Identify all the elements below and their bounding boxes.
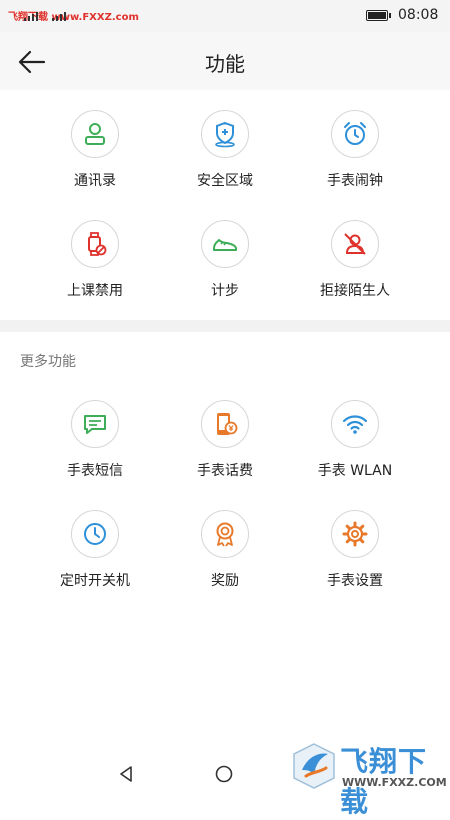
- feature-watch-wlan[interactable]: 手表 WLAN: [290, 400, 420, 480]
- triangle-back-icon: [120, 766, 132, 782]
- feature-contacts[interactable]: 通讯录: [30, 110, 160, 190]
- battery-icon: [366, 10, 391, 21]
- feature-class-disable[interactable]: 上课禁用: [30, 220, 160, 300]
- feature-safe-zone[interactable]: 安全区域: [160, 110, 290, 190]
- award-icon: [216, 522, 234, 547]
- feature-label: 定时开关机: [60, 573, 130, 589]
- nav-home-button[interactable]: [214, 764, 234, 784]
- circle-home-icon: [215, 765, 233, 783]
- feature-label: 拒接陌生人: [320, 283, 390, 299]
- class-disable-icon: [88, 232, 107, 256]
- feature-label: 通讯录: [74, 173, 116, 189]
- section-divider: [0, 320, 450, 332]
- safe-zone-icon: [215, 121, 235, 148]
- timer-icon: [84, 523, 106, 545]
- feature-scheduled-power[interactable]: 定时开关机: [30, 510, 160, 590]
- reject-stranger-icon: [344, 233, 366, 255]
- feature-label: 奖励: [211, 573, 239, 589]
- contact-icon: [85, 123, 105, 145]
- feature-label: 手表 WLAN: [317, 463, 393, 479]
- feature-label: 手表话费: [197, 463, 253, 479]
- nav-back-button[interactable]: [116, 764, 136, 784]
- feature-label: 手表短信: [67, 463, 123, 479]
- signal-icon: [24, 12, 38, 21]
- app-header: 功能: [0, 32, 450, 90]
- feature-label: 手表设置: [327, 573, 383, 589]
- gear-icon: [342, 521, 368, 547]
- feature-watch-settings[interactable]: 手表设置: [290, 510, 420, 590]
- feature-watch-sms[interactable]: 手表短信: [30, 400, 160, 480]
- alarm-clock-icon: [344, 122, 366, 145]
- more-section-title: 更多功能: [20, 354, 76, 370]
- feature-alarm[interactable]: 手表闹钟: [290, 110, 420, 190]
- status-time: 08:08: [398, 7, 439, 23]
- bird-logo-icon: [293, 743, 335, 789]
- page-title: 功能: [205, 52, 245, 76]
- feature-pedometer[interactable]: 计步: [160, 220, 290, 300]
- shoe-icon: [213, 239, 237, 251]
- watermark-url: WWW.FXXZ.COM: [342, 776, 447, 789]
- wifi-icon: [342, 415, 368, 434]
- watermark-logo: 飞翔下载 WWW.FXXZ.COM: [290, 736, 447, 818]
- status-bar: 飞翔下载 www.FXXZ.com 08:08: [0, 0, 450, 32]
- feature-label: 计步: [211, 283, 239, 299]
- phone-bill-icon: [217, 413, 238, 435]
- feature-label: 安全区域: [197, 173, 253, 189]
- feature-label: 上课禁用: [67, 283, 123, 299]
- feature-label: 手表闹钟: [327, 173, 383, 189]
- feature-award[interactable]: 奖励: [160, 510, 290, 590]
- feature-watch-bill[interactable]: 手表话费: [160, 400, 290, 480]
- feature-reject-stranger[interactable]: 拒接陌生人: [290, 220, 420, 300]
- message-icon: [84, 415, 106, 434]
- signal-icon-2: [52, 12, 66, 21]
